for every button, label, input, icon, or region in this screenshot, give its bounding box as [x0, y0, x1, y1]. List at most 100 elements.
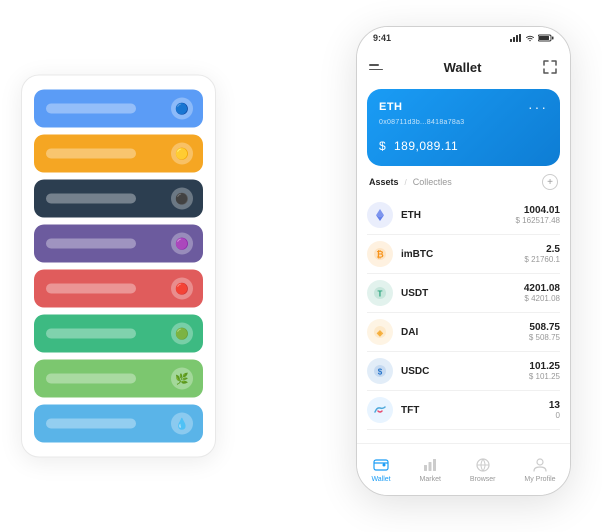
currency-symbol: $	[379, 139, 386, 153]
expand-icon[interactable]	[542, 59, 558, 75]
assets-tabs: Assets / Collectles	[369, 177, 452, 187]
phone-header: Wallet	[357, 49, 570, 85]
balance-amount: $ 189,089.11	[379, 134, 548, 156]
asset-name-usdt: USDT	[401, 288, 524, 299]
status-bar: 9:41	[357, 27, 570, 49]
status-time: 9:41	[373, 33, 391, 43]
profile-nav-icon	[531, 456, 549, 474]
asset-sub-usdt: $ 4201.08	[524, 294, 560, 303]
scene: 🔵 🟡 ⚫ 🟣 🔴 🟢 🌿 💧	[21, 16, 581, 516]
asset-main-dai: 508.75	[529, 322, 560, 333]
svg-text:T: T	[378, 290, 383, 299]
balance-address: 0x08711d3b...8418a78a3	[379, 119, 548, 126]
balance-menu-dots[interactable]: ···	[528, 99, 548, 115]
card-item-yellow[interactable]: 🟡	[34, 135, 203, 173]
asset-sub-imbtc: $ 21760.1	[524, 255, 560, 264]
card-item-red[interactable]: 🔴	[34, 270, 203, 308]
card-icon-purple: 🟣	[171, 233, 193, 255]
asset-row-dai[interactable]: ◈ DAI 508.75 $ 508.75	[367, 313, 560, 352]
profile-nav-label: My Profile	[524, 476, 555, 483]
asset-name-dai: DAI	[401, 327, 529, 338]
asset-amount-dai: 508.75 $ 508.75	[529, 322, 560, 342]
nav-item-profile[interactable]: My Profile	[524, 456, 555, 483]
battery-icon	[538, 34, 554, 42]
card-item-blue[interactable]: 🔵	[34, 90, 203, 128]
asset-name-imbtc: imBTC	[401, 249, 524, 260]
add-asset-button[interactable]: +	[542, 174, 558, 190]
status-icons	[510, 34, 554, 42]
card-icon-light-green: 🌿	[171, 368, 193, 390]
card-item-light-blue[interactable]: 💧	[34, 405, 203, 443]
wallet-nav-icon	[372, 456, 390, 474]
card-icon-green: 🟢	[171, 323, 193, 345]
asset-main-usdt: 4201.08	[524, 283, 560, 294]
nav-item-browser[interactable]: Browser	[470, 456, 496, 483]
card-item-light-green[interactable]: 🌿	[34, 360, 203, 398]
svg-text:$: $	[378, 368, 383, 377]
nav-item-market[interactable]: Market	[420, 456, 441, 483]
card-label	[46, 149, 136, 159]
bottom-nav: Wallet Market	[357, 443, 570, 495]
menu-line-1	[369, 64, 379, 66]
asset-sub-dai: $ 508.75	[529, 333, 560, 342]
svg-text:₿: ₿	[376, 250, 383, 260]
asset-row-imbtc[interactable]: ₿ imBTC 2.5 $ 21760.1	[367, 235, 560, 274]
balance-card-top: ETH ···	[379, 99, 548, 115]
asset-sub-usdc: $ 101.25	[529, 372, 560, 381]
asset-main-imbtc: 2.5	[524, 244, 560, 255]
market-nav-icon	[421, 456, 439, 474]
asset-amount-usdt: 4201.08 $ 4201.08	[524, 283, 560, 303]
tft-icon	[367, 397, 393, 423]
menu-line-2	[369, 69, 383, 71]
phone-mockup: 9:41	[356, 26, 571, 496]
svg-text:◈: ◈	[376, 329, 384, 338]
balance-card[interactable]: ETH ··· 0x08711d3b...8418a78a3 $ 189,089…	[367, 89, 560, 166]
balance-value: 189,089.11	[394, 139, 458, 153]
browser-nav-label: Browser	[470, 476, 496, 483]
page-title: Wallet	[444, 60, 482, 75]
wallet-nav-label: Wallet	[371, 476, 390, 483]
balance-coin-label: ETH	[379, 101, 403, 113]
asset-main-usdc: 101.25	[529, 361, 560, 372]
nav-item-wallet[interactable]: Wallet	[371, 456, 390, 483]
card-icon-dark: ⚫	[171, 188, 193, 210]
asset-list: ETH 1004.01 $ 162517.48 ₿ imBTC 2.5 $	[357, 196, 570, 443]
card-item-dark[interactable]: ⚫	[34, 180, 203, 218]
signal-icon	[510, 34, 522, 42]
card-label	[46, 419, 136, 429]
asset-row-usdt[interactable]: T USDT 4201.08 $ 4201.08	[367, 274, 560, 313]
asset-row-eth[interactable]: ETH 1004.01 $ 162517.48	[367, 196, 560, 235]
card-label	[46, 239, 136, 249]
asset-amount-usdc: 101.25 $ 101.25	[529, 361, 560, 381]
browser-nav-icon	[474, 456, 492, 474]
asset-row-usdc[interactable]: $ USDC 101.25 $ 101.25	[367, 352, 560, 391]
assets-tab-active[interactable]: Assets	[369, 177, 399, 187]
add-icon: +	[547, 177, 553, 188]
card-label	[46, 374, 136, 384]
assets-tab-divider: /	[405, 178, 407, 187]
asset-row-tft[interactable]: TFT 13 0	[367, 391, 560, 430]
imbtc-icon: ₿	[367, 241, 393, 267]
card-icon-light-blue: 💧	[171, 413, 193, 435]
asset-amount-eth: 1004.01 $ 162517.48	[516, 205, 561, 225]
asset-amount-imbtc: 2.5 $ 21760.1	[524, 244, 560, 264]
asset-sub-tft: 0	[549, 411, 560, 420]
card-item-green[interactable]: 🟢	[34, 315, 203, 353]
card-label	[46, 104, 136, 114]
asset-name-usdc: USDC	[401, 366, 529, 377]
asset-name-eth: ETH	[401, 210, 516, 221]
card-item-purple[interactable]: 🟣	[34, 225, 203, 263]
wifi-icon	[525, 34, 535, 42]
card-icon-red: 🔴	[171, 278, 193, 300]
card-label	[46, 329, 136, 339]
asset-sub-eth: $ 162517.48	[516, 216, 561, 225]
usdc-icon: $	[367, 358, 393, 384]
asset-main-tft: 13	[549, 400, 560, 411]
hamburger-menu-button[interactable]	[369, 64, 383, 70]
card-label	[46, 284, 136, 294]
card-stack: 🔵 🟡 ⚫ 🟣 🔴 🟢 🌿 💧	[21, 75, 216, 458]
card-icon-yellow: 🟡	[171, 143, 193, 165]
assets-tab-collectibles[interactable]: Collectles	[413, 177, 452, 187]
assets-header: Assets / Collectles +	[357, 174, 570, 196]
card-label	[46, 194, 136, 204]
